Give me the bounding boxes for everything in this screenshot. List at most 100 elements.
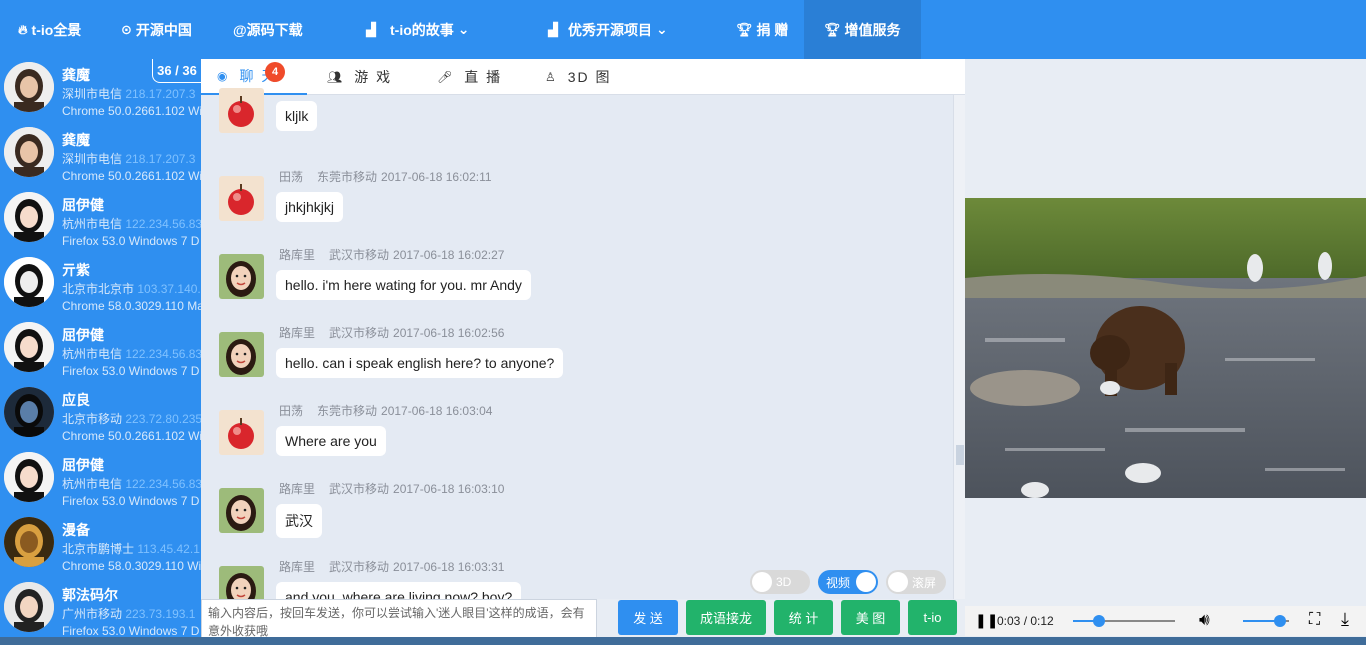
avatar: [4, 387, 54, 437]
user-location: 广州市移动 223.73.193.1: [62, 605, 195, 622]
user-ip: 113.45.42.1: [137, 542, 200, 556]
message-meta: 路库里 武汉市移动 2017-06-18 16:03:31: [279, 558, 518, 575]
user-ip: 122.234.56.83: [125, 477, 201, 491]
video-progress-track[interactable]: [1073, 615, 1175, 627]
user-browser: Firefox 53.0 Windows 7 D: [62, 624, 200, 638]
user-list-item[interactable]: 郭法码尔 广州市移动 223.73.193.1 Firefox 53.0 Windo…: [0, 579, 201, 644]
avatar: [4, 62, 54, 112]
user-list-item[interactable]: 屈伊健 杭州市电信 122.234.56.83 Firefox 53.0 Windo…: [0, 189, 201, 254]
nav-item-tio-overview[interactable]: 🔥︎ t-io全景: [18, 0, 81, 59]
user-list-item[interactable]: 亓紫 北京市北京市 103.37.140. Chrome 58.0.3029.110…: [0, 254, 201, 319]
user-isp: 杭州市电信: [62, 347, 123, 361]
nav-item-source-download[interactable]: @源码下载: [233, 0, 303, 59]
idiom-chain-button[interactable]: 成语接龙: [686, 600, 766, 635]
avatar[interactable]: [219, 488, 264, 533]
download-icon[interactable]: ⤓: [1341, 609, 1349, 630]
nav-item-value-added[interactable]: 🏆︎ 增值服务: [804, 0, 921, 59]
video-player[interactable]: [965, 198, 1366, 498]
message-bubble: hello. i'm here wating for you. mr Andy: [276, 270, 531, 300]
volume-handle[interactable]: [1273, 615, 1286, 627]
video-controls: ❚❚ 0:03 / 0:12 🔊︎ ⛶ ⤓: [965, 606, 1366, 636]
chat-panel: ◉ 聊 天 4 👥︎ 游 戏 🎤︎ 直 播 ♙ 3D 图 kljlk 田荡 东莞市移…: [201, 59, 965, 599]
tab-label: 3D 图: [567, 69, 612, 85]
video-progress-handle[interactable]: [1092, 615, 1105, 627]
volume-icon[interactable]: 🔊︎: [1199, 610, 1210, 630]
images-button[interactable]: 美 图: [841, 600, 900, 635]
user-location: 杭州市电信 122.234.56.83: [62, 475, 201, 492]
tab-games[interactable]: 👥︎ 游 戏: [327, 59, 392, 95]
user-browser: Firefox 53.0 Windows 7 D: [62, 494, 200, 508]
chat-scrollbar[interactable]: [953, 95, 965, 599]
toggle-video[interactable]: 视频: [818, 570, 878, 594]
user-ip: 122.234.56.83: [125, 217, 201, 231]
volume-track[interactable]: [1243, 615, 1289, 627]
stats-button[interactable]: 统 计: [774, 600, 833, 635]
nav-label: @源码下载: [233, 21, 303, 38]
user-ip: 223.73.193.1: [125, 607, 196, 621]
tab-bar: ◉ 聊 天 4 👥︎ 游 戏 🎤︎ 直 播 ♙ 3D 图: [201, 59, 965, 95]
avatar[interactable]: [219, 566, 264, 599]
mic-icon: 🎤︎: [437, 70, 455, 84]
nav-label: 增值服务: [844, 21, 901, 38]
nav-label: 开源中国: [135, 21, 192, 38]
user-list-item[interactable]: 屈伊健 杭州市电信 122.234.56.83 Firefox 53.0 Windo…: [0, 449, 201, 514]
user-browser: Firefox 53.0 Windows 7 D: [62, 364, 200, 378]
toggle-label: 3D: [776, 575, 792, 589]
scrollbar-thumb[interactable]: [956, 445, 964, 465]
user-isp: 北京市鹏博士: [62, 542, 135, 556]
nav-item-tio-story[interactable]: ▟ t-io的故事 ⌄: [366, 0, 470, 59]
avatar[interactable]: [219, 332, 264, 377]
avatar[interactable]: [219, 88, 264, 133]
user-isp: 深圳市电信: [62, 87, 123, 101]
avatar[interactable]: [219, 254, 264, 299]
sender-location: 武汉市移动: [329, 248, 390, 262]
user-ip: 218.17.207.3: [125, 87, 196, 101]
message-bubble: 武汉: [276, 504, 322, 538]
pause-icon[interactable]: ❚❚: [975, 612, 998, 629]
user-browser: Chrome 58.0.3029.110 Wi: [62, 559, 201, 573]
user-name: 亓紫: [62, 262, 90, 278]
user-location: 杭州市电信 122.234.56.83: [62, 345, 201, 362]
message-bubble: kljlk: [276, 101, 318, 131]
user-name: 龚魔: [62, 132, 90, 148]
user-browser: Chrome 50.0.2661.102 Wi: [62, 104, 201, 118]
user-list-item[interactable]: 屈伊健 杭州市电信 122.234.56.83 Firefox 53.0 Windo…: [0, 319, 201, 384]
avatar[interactable]: [219, 410, 264, 455]
sender-name: 路库里: [279, 248, 316, 262]
tab-3d[interactable]: ♙ 3D 图: [545, 59, 612, 95]
avatar: [4, 452, 54, 502]
user-list-item[interactable]: 龚魔 深圳市电信 218.17.207.3 Chrome 50.0.2661.102…: [0, 124, 201, 189]
user-name: 屈伊健: [62, 197, 104, 213]
sender-location: 武汉市移动: [329, 482, 390, 496]
user-list-item[interactable]: 漫备 北京市鹏博士 113.45.42.1 Chrome 58.0.3029.110…: [0, 514, 201, 579]
user-list-item[interactable]: 应良 北京市移动 223.72.80.235 Chrome 50.0.2661.10…: [0, 384, 201, 449]
message-meta: 路库里 武汉市移动 2017-06-18 16:02:56: [279, 324, 518, 341]
tab-label: 直 播: [464, 69, 503, 85]
online-user-list[interactable]: 龚魔 深圳市电信 218.17.207.3 Chrome 50.0.2661.102…: [0, 59, 201, 645]
avatar: [4, 192, 54, 242]
nav-label: t-io全景: [31, 21, 82, 38]
avatar[interactable]: [219, 176, 264, 221]
sender-location: 东莞市移动: [317, 404, 378, 418]
message-meta: 路库里 武汉市移动 2017-06-18 16:02:27: [279, 246, 518, 263]
avatar: [4, 582, 54, 632]
nav-item-oschina[interactable]: ⊙ 开源中国: [121, 0, 192, 59]
nav-item-donate[interactable]: 🏆︎ 捐 赠: [736, 0, 788, 59]
toggle-3d[interactable]: 3D: [750, 570, 810, 594]
user-isp: 北京市北京市: [62, 282, 135, 296]
tio-button[interactable]: t-io: [908, 600, 957, 635]
penguin-icon: ♙: [545, 70, 558, 84]
sender-name: 路库里: [279, 560, 316, 574]
os-taskbar: [0, 637, 1366, 645]
message-bubble: hello. can i speak english here? to anyo…: [276, 348, 564, 378]
tab-live[interactable]: 🎤︎ 直 播: [437, 59, 502, 95]
toggle-autoscroll[interactable]: 滚屏: [886, 570, 946, 594]
user-browser: Firefox 53.0 Windows 7 D: [62, 234, 200, 248]
user-ip: 122.234.56.83: [125, 347, 201, 361]
fullscreen-icon[interactable]: ⛶: [1309, 611, 1320, 629]
send-button[interactable]: 发 送: [618, 600, 678, 635]
user-browser: Chrome 50.0.2661.102 Wi: [62, 429, 201, 443]
fire-icon: 🔥︎: [18, 21, 28, 37]
nav-item-open-source-projects[interactable]: ▟ 优秀开源项目 ⌄: [548, 0, 668, 59]
sender-location: 东莞市移动: [317, 170, 378, 184]
